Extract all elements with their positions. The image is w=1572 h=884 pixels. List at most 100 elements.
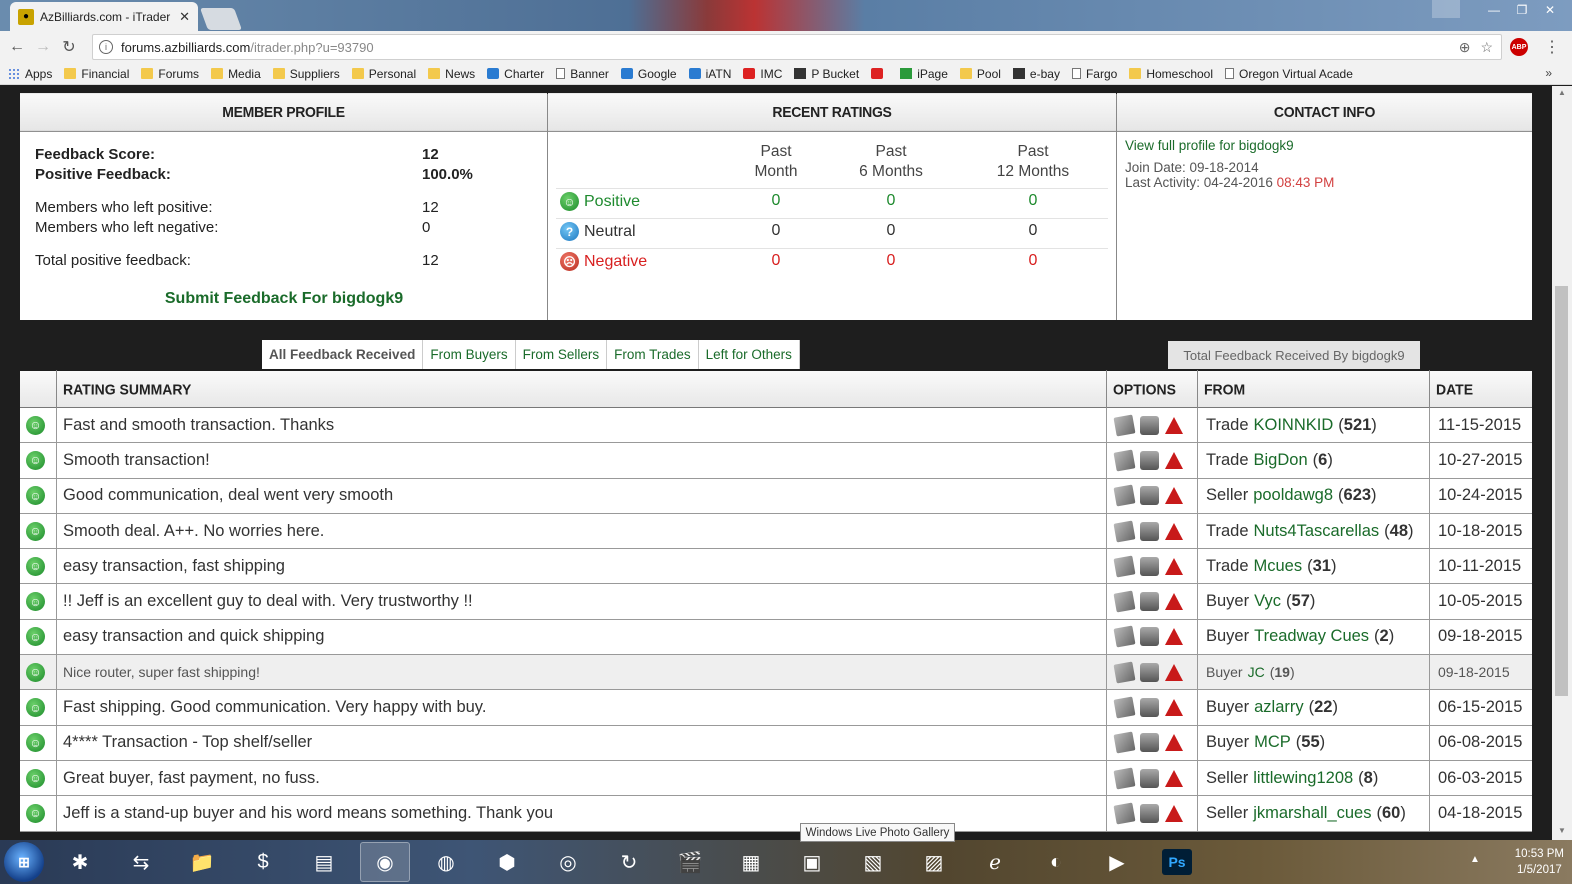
system-clock[interactable]: 10:53 PM 1/5/2017 [1515, 846, 1564, 878]
tab-from-buyers[interactable]: From Buyers [423, 340, 516, 369]
restore-icon[interactable]: ❐ [1508, 0, 1536, 20]
tab-all-feedback[interactable]: All Feedback Received [262, 340, 424, 369]
tab-from-trades[interactable]: From Trades [607, 340, 699, 369]
office-icon[interactable]: ▧ [848, 842, 898, 882]
forward-arrow-icon[interactable]: → [30, 38, 56, 56]
from-username-link[interactable]: Mcues [1254, 557, 1303, 576]
report-warning-icon[interactable] [1165, 663, 1183, 681]
view-document-icon[interactable] [1113, 484, 1136, 507]
total-feedback-tab[interactable]: Total Feedback Received By bigdogk9 [1168, 341, 1420, 369]
bookmark-item[interactable]: iPage [900, 67, 948, 81]
report-warning-icon[interactable] [1165, 451, 1183, 469]
from-username-link[interactable]: BigDon [1254, 451, 1308, 470]
print-icon[interactable] [1140, 627, 1159, 647]
bookmark-item[interactable]: Suppliers [272, 67, 340, 81]
bookmark-item[interactable]: Banner [556, 67, 609, 81]
chrome-menu-icon[interactable]: ⋮ [1544, 37, 1560, 57]
print-icon[interactable] [1140, 768, 1159, 788]
back-arrow-icon[interactable]: ← [4, 38, 30, 56]
view-document-icon[interactable] [1113, 520, 1136, 543]
address-bar[interactable]: i forums.azbilliards.com/itrader.php?u=9… [92, 34, 1502, 60]
print-icon[interactable] [1140, 556, 1159, 576]
zoom-icon[interactable]: ⊕ [1459, 39, 1471, 56]
movie-maker-icon[interactable]: 🎬 [665, 842, 715, 882]
bookmark-item[interactable] [871, 68, 888, 79]
view-document-icon[interactable] [1113, 555, 1136, 578]
adblock-plus-icon[interactable]: ABP [1510, 38, 1528, 56]
view-document-icon[interactable] [1113, 449, 1136, 472]
from-username-link[interactable]: pooldawg8 [1253, 486, 1333, 505]
report-warning-icon[interactable] [1165, 522, 1183, 540]
tab-close-icon[interactable]: ✕ [179, 9, 190, 25]
bookmark-item[interactable]: Media [211, 67, 261, 81]
scroll-down-icon[interactable]: ▼ [1552, 826, 1572, 840]
calculator-icon[interactable]: ▦ [726, 842, 776, 882]
from-username-link[interactable]: MCP [1254, 733, 1291, 752]
bluetooth-icon[interactable]: ✱ [55, 842, 105, 882]
bookmark-item[interactable]: Homeschool [1129, 67, 1213, 81]
from-username-link[interactable]: jkmarshall_cues [1253, 804, 1371, 823]
bookmark-item[interactable]: Oregon Virtual Acade [1225, 67, 1353, 81]
info-icon[interactable]: i [99, 40, 113, 54]
view-document-icon[interactable] [1113, 696, 1136, 719]
bookmark-item[interactable]: Apps [8, 67, 52, 81]
from-username-link[interactable]: Treadway Cues [1254, 627, 1369, 646]
scrollbar-thumb[interactable] [1555, 286, 1568, 696]
print-icon[interactable] [1140, 698, 1159, 718]
view-document-icon[interactable] [1113, 767, 1136, 790]
bookmark-item[interactable]: e-bay [1012, 67, 1060, 81]
photo-gallery-icon[interactable]: ▨ [909, 842, 959, 882]
tab-from-sellers[interactable]: From Sellers [515, 340, 608, 369]
internet-explorer-icon[interactable]: ℯ [970, 842, 1020, 882]
print-icon[interactable] [1140, 733, 1159, 753]
report-warning-icon[interactable] [1165, 593, 1183, 611]
game-icon[interactable]: ⬢ [482, 842, 532, 882]
from-username-link[interactable]: littlewing1208 [1253, 769, 1353, 788]
bookmark-item[interactable]: News [428, 67, 475, 81]
print-icon[interactable] [1140, 486, 1159, 506]
print-icon[interactable] [1140, 450, 1159, 470]
tab-left-for-others[interactable]: Left for Others [698, 340, 800, 369]
print-icon[interactable] [1140, 592, 1159, 612]
report-warning-icon[interactable] [1165, 734, 1183, 752]
view-document-icon[interactable] [1113, 590, 1136, 613]
bookmark-item[interactable]: Personal [351, 67, 416, 81]
report-warning-icon[interactable] [1165, 628, 1183, 646]
report-warning-icon[interactable] [1165, 487, 1183, 505]
print-icon[interactable] [1140, 415, 1159, 435]
view-document-icon[interactable] [1113, 661, 1136, 684]
view-document-icon[interactable] [1113, 802, 1136, 825]
bookmark-item[interactable]: Fargo [1071, 67, 1117, 81]
bookmark-item[interactable]: Charter [487, 67, 544, 81]
browser-globe-icon[interactable]: ◍ [421, 842, 471, 882]
page-scrollbar[interactable]: ▲ ▼ [1552, 86, 1572, 840]
media-disc-icon[interactable]: ◎ [543, 842, 593, 882]
start-button[interactable]: ⊞ [4, 842, 44, 882]
red-app-icon[interactable]: ▣ [787, 842, 837, 882]
minimize-icon[interactable]: — [1480, 0, 1508, 20]
print-icon[interactable] [1140, 803, 1159, 823]
print-icon[interactable] [1140, 521, 1159, 541]
browser-tab-active[interactable]: ● AzBilliards.com - iTrader ✕ [10, 2, 198, 31]
from-username-link[interactable]: JC [1248, 664, 1265, 680]
print-icon[interactable] [1140, 662, 1159, 682]
report-warning-icon[interactable] [1165, 699, 1183, 717]
bookmark-item[interactable]: IMC [743, 67, 782, 81]
bookmark-item[interactable]: P Bucket [794, 67, 859, 81]
from-username-link[interactable]: Nuts4Tascarellas [1254, 522, 1380, 541]
from-username-link[interactable]: KOINNKID [1254, 416, 1334, 435]
money-app-icon[interactable]: $ [238, 842, 288, 882]
sync-icon[interactable]: ↻ [604, 842, 654, 882]
view-document-icon[interactable] [1113, 414, 1136, 437]
report-warning-icon[interactable] [1165, 557, 1183, 575]
photoshop-icon[interactable]: Ps [1162, 849, 1192, 875]
profile-user-icon[interactable] [1432, 0, 1460, 18]
view-document-icon[interactable] [1113, 625, 1136, 648]
close-window-icon[interactable]: ✕ [1536, 0, 1564, 20]
bookmark-item[interactable]: Forums [141, 67, 199, 81]
bookmark-item[interactable]: Financial [64, 67, 129, 81]
reload-icon[interactable]: ↻ [56, 37, 82, 57]
bookmark-item[interactable]: Google [620, 67, 677, 81]
tray-expand-icon[interactable]: ▲ [1470, 854, 1480, 865]
report-warning-icon[interactable] [1165, 769, 1183, 787]
